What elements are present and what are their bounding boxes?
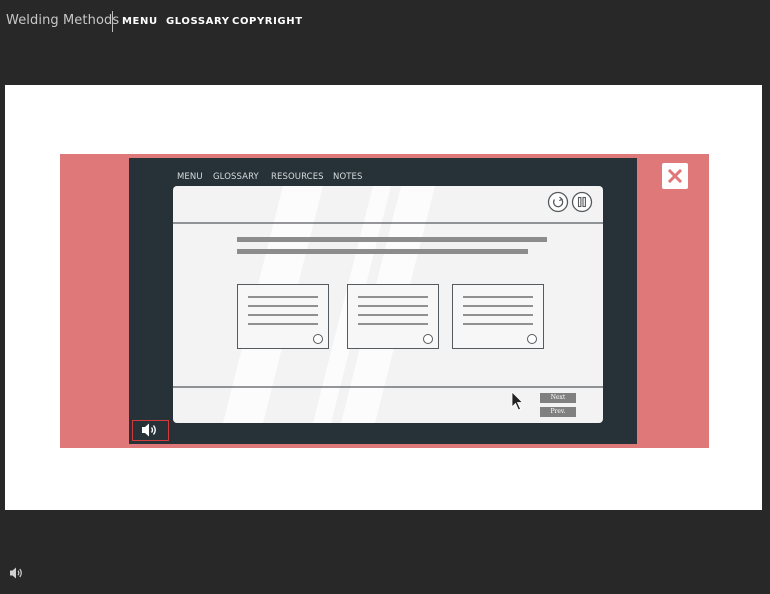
app-title: Welding Methods <box>6 13 120 28</box>
nav-glossary[interactable]: GLOSSARY <box>166 16 230 27</box>
nav-menu[interactable]: MENU <box>122 16 158 27</box>
video-nav-menu: MENU <box>177 172 203 182</box>
bottom-audio-button[interactable] <box>9 566 25 580</box>
video-nav-notes: NOTES <box>333 172 363 182</box>
video-nav-resources: RESOURCES <box>271 172 324 182</box>
cursor-icon <box>511 391 524 411</box>
speaker-icon <box>142 423 156 437</box>
nav-copyright[interactable]: COPYRIGHT <box>232 16 303 27</box>
speaker-icon <box>10 567 22 579</box>
illustration-graphics <box>173 186 603 423</box>
video-nav-glossary: GLOSSARY <box>213 172 259 182</box>
audio-toggle-button[interactable] <box>132 420 169 441</box>
close-button[interactable] <box>662 163 688 189</box>
media-frame: MENU GLOSSARY RESOURCES NOTES Next Prev. <box>60 154 709 448</box>
top-bar: Welding Methods MENU GLOSSARY COPYRIGHT <box>0 0 770 44</box>
close-icon <box>667 168 683 184</box>
title-divider <box>112 11 113 32</box>
pause-icon <box>571 191 593 213</box>
content-stage: MENU GLOSSARY RESOURCES NOTES Next Prev. <box>5 85 762 510</box>
video-player[interactable]: MENU GLOSSARY RESOURCES NOTES Next Prev. <box>129 158 637 444</box>
video-illustration-card: Next Prev. <box>173 186 603 423</box>
next-button-label: Next <box>550 394 566 401</box>
reload-icon <box>547 191 569 213</box>
prev-button-label: Prev. <box>550 408 566 415</box>
